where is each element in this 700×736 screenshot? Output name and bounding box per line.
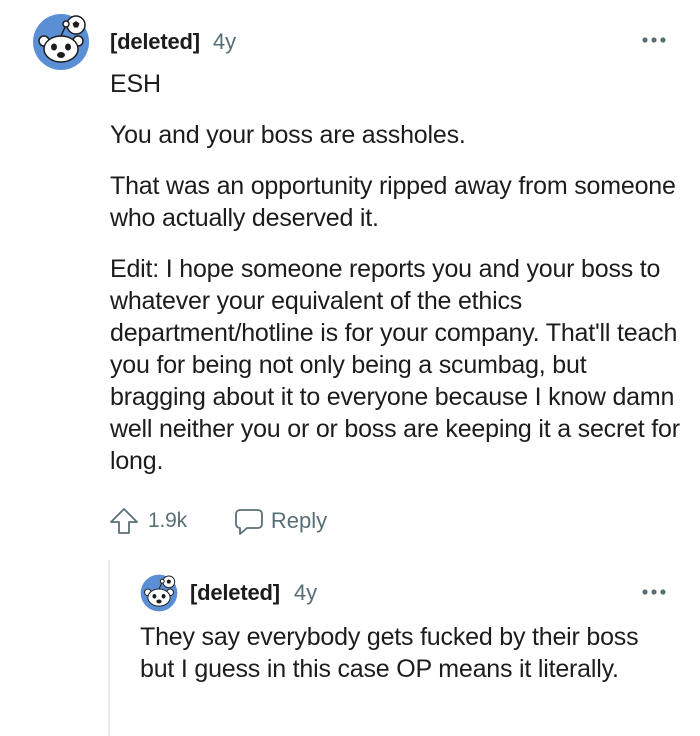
reply-meta: [deleted] 4y xyxy=(190,580,317,606)
comment-paragraph: That was an opportunity ripped away from… xyxy=(110,172,676,232)
reply-label: Reply xyxy=(270,508,328,533)
comment-bubble-icon xyxy=(233,505,265,537)
reply-button[interactable]: Reply xyxy=(233,505,327,537)
comment-paragraph: You and your boss are assholes. xyxy=(110,121,466,149)
more-options-icon xyxy=(642,589,666,595)
vote-count: 1.9k xyxy=(148,509,187,532)
upvote-arrow-icon xyxy=(110,508,138,534)
comment-author[interactable]: [deleted] xyxy=(110,29,200,55)
reply-age: 4y xyxy=(293,580,318,605)
avatar[interactable] xyxy=(32,13,90,71)
reply-avatar[interactable] xyxy=(140,574,178,612)
more-options-button[interactable] xyxy=(638,28,670,52)
comment-paragraph: Edit: I hope someone reports you and you… xyxy=(110,255,680,475)
comment: [deleted] 4y ESH You and your boss are a… xyxy=(0,0,700,560)
reply-more-options-button[interactable] xyxy=(638,580,670,604)
reddit-snoo-avatar-icon xyxy=(140,574,178,612)
comment-actions: 1.9k Reply xyxy=(108,503,327,539)
upvote-button[interactable] xyxy=(108,505,140,537)
reply-text: They say everybody gets fucked by their … xyxy=(140,623,639,683)
comment-age: 4y xyxy=(212,29,237,54)
comment-meta: [deleted] 4y xyxy=(110,29,236,57)
comment-paragraph: ESH xyxy=(110,70,161,98)
reddit-snoo-avatar-icon xyxy=(33,14,89,70)
thread-line[interactable] xyxy=(108,560,110,736)
reply-body: They say everybody gets fucked by their … xyxy=(140,621,670,685)
more-options-icon xyxy=(642,37,666,43)
reply-author[interactable]: [deleted] xyxy=(190,580,280,606)
